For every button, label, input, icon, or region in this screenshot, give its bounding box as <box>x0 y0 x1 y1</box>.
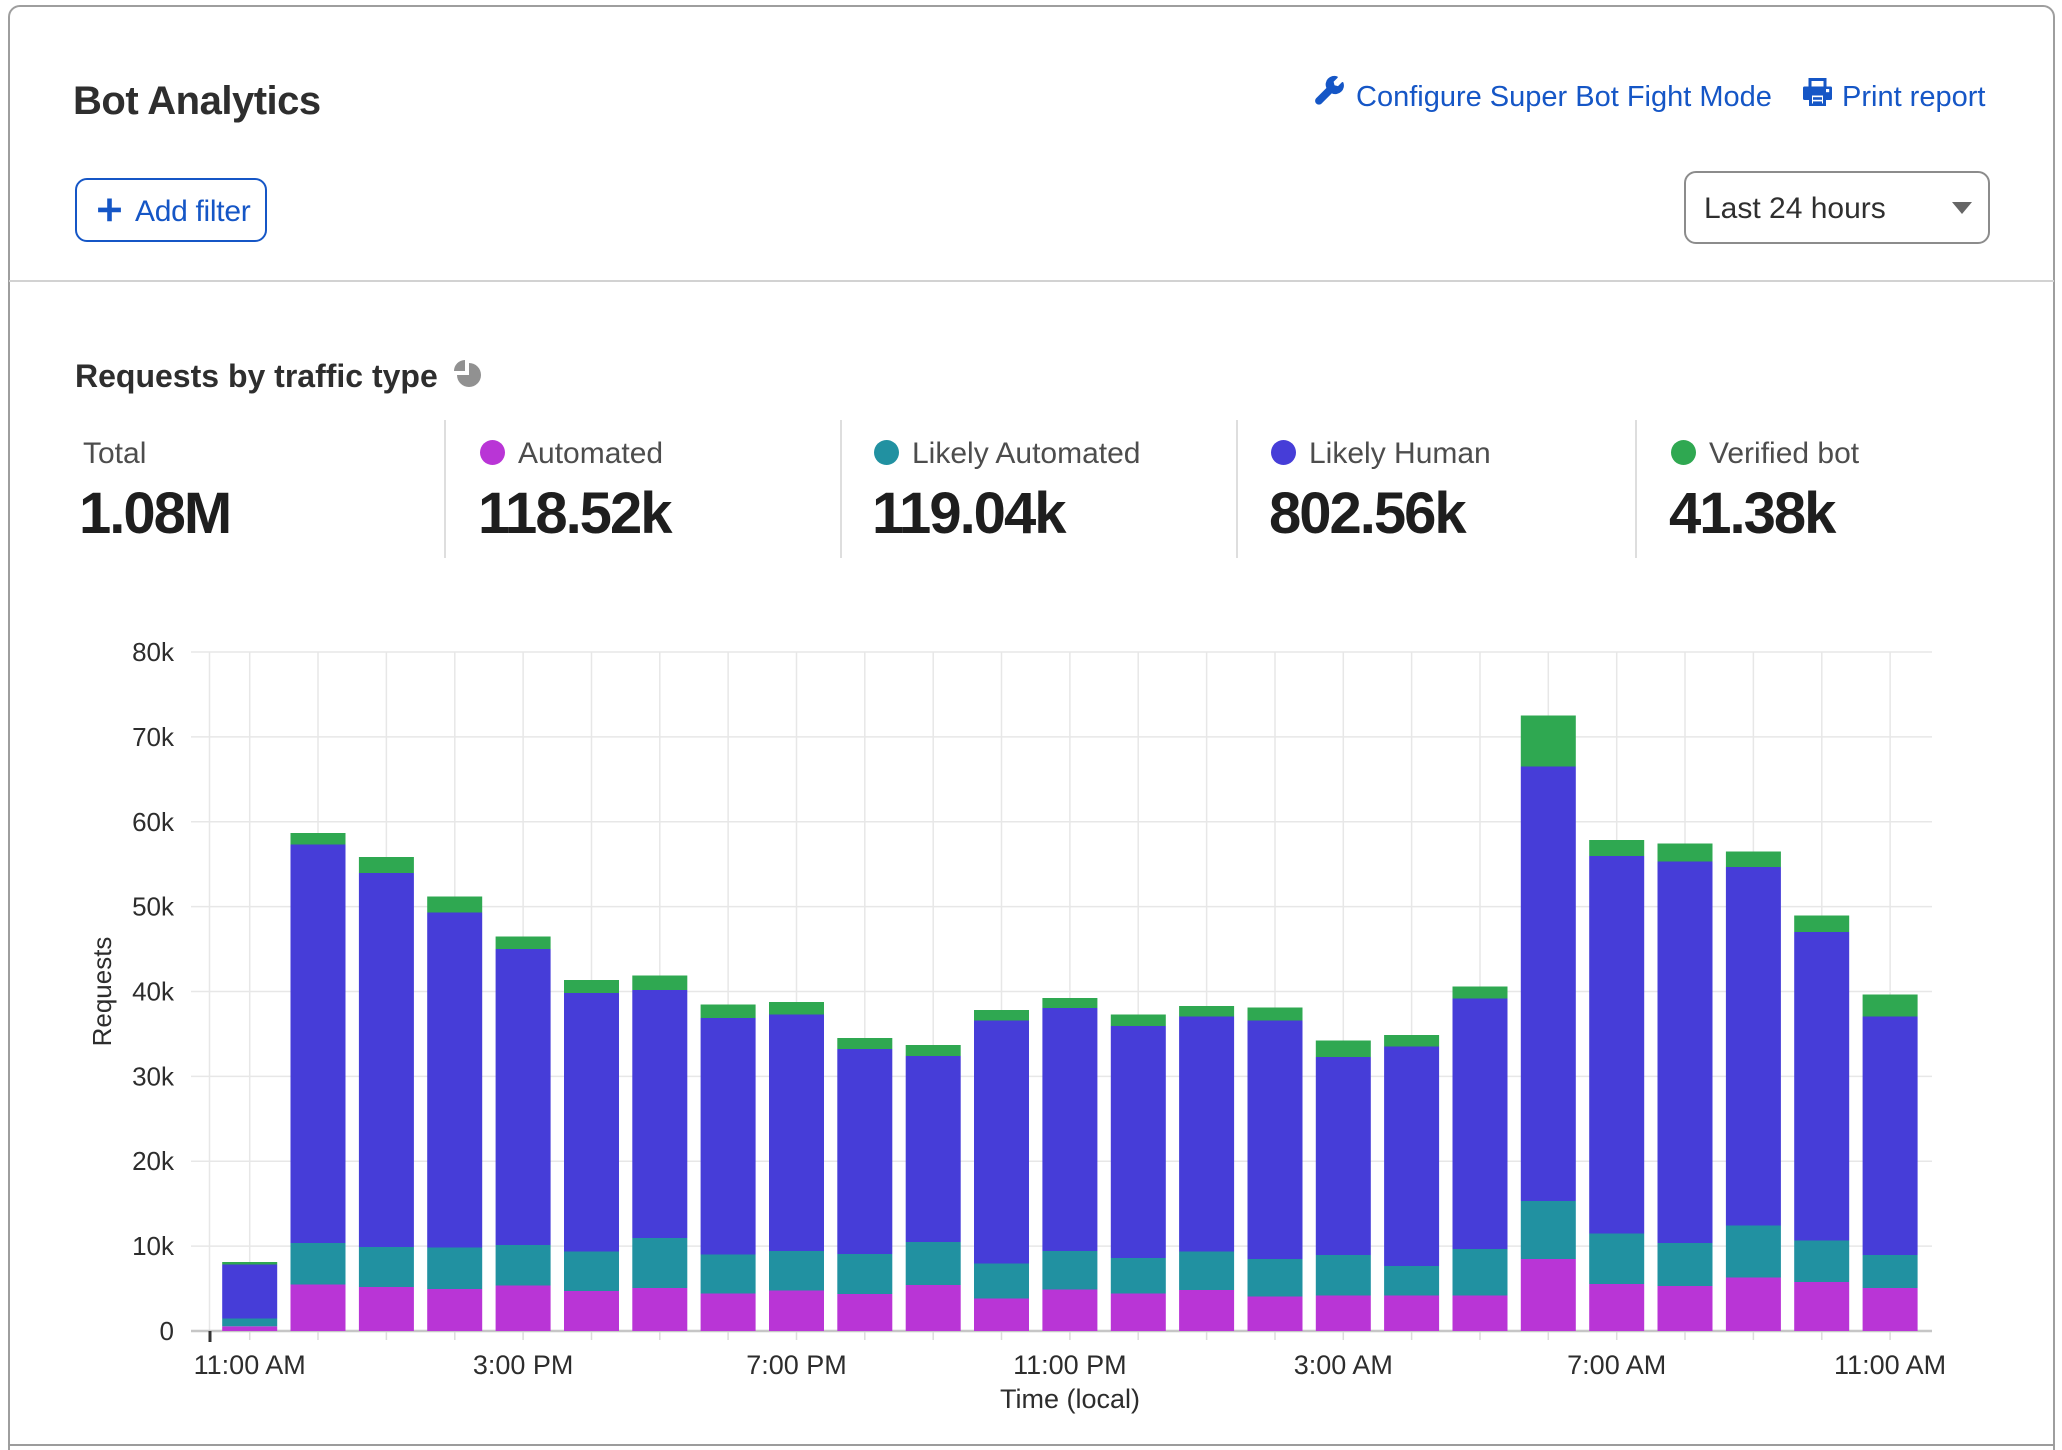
svg-text:11:00 PM: 11:00 PM <box>1013 1350 1127 1380</box>
svg-text:40k: 40k <box>132 977 175 1007</box>
svg-text:30k: 30k <box>132 1061 175 1091</box>
svg-text:50k: 50k <box>132 892 175 922</box>
svg-text:60k: 60k <box>132 807 175 837</box>
svg-text:70k: 70k <box>132 722 175 752</box>
svg-text:3:00 AM: 3:00 AM <box>1294 1350 1393 1380</box>
svg-text:3:00 PM: 3:00 PM <box>473 1350 574 1380</box>
svg-text:7:00 PM: 7:00 PM <box>746 1350 847 1380</box>
svg-text:11:00 AM: 11:00 AM <box>194 1350 306 1380</box>
svg-text:Requests: Requests <box>87 937 117 1047</box>
svg-text:0: 0 <box>160 1316 174 1346</box>
svg-text:7:00 AM: 7:00 AM <box>1567 1350 1666 1380</box>
svg-text:80k: 80k <box>132 637 175 667</box>
svg-text:10k: 10k <box>132 1231 175 1261</box>
svg-text:11:00 AM: 11:00 AM <box>1834 1350 1946 1380</box>
svg-text:20k: 20k <box>132 1146 175 1176</box>
svg-text:Time (local): Time (local) <box>1000 1384 1140 1414</box>
